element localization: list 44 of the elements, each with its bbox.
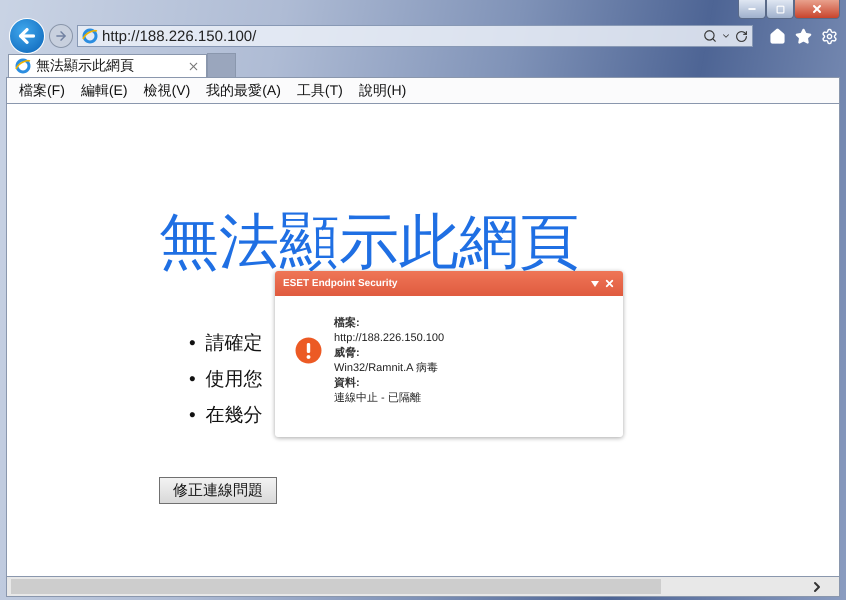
bullet-marker: •: [189, 404, 196, 427]
close-icon[interactable]: [604, 278, 615, 289]
refresh-icon[interactable]: [735, 30, 748, 42]
menu-item[interactable]: 我的最愛(A): [198, 82, 289, 100]
dropdown-icon[interactable]: [591, 280, 599, 286]
field-value: http://188.226.150.100: [334, 331, 444, 346]
menu-item[interactable]: 檢視(V): [136, 82, 198, 100]
forward-button[interactable]: [49, 24, 73, 48]
home-icon[interactable]: [769, 28, 786, 44]
bullet-marker: •: [189, 332, 196, 355]
settings-icon[interactable]: [821, 28, 838, 44]
error-heading: 無法顯示此網頁: [159, 212, 579, 272]
field-label: 檔案:: [334, 316, 361, 331]
field-value: 連線中止 - 已隔離: [334, 391, 422, 406]
suggestion-text: 在幾分: [206, 404, 263, 427]
warning-icon: [295, 337, 322, 364]
field-label: 資料:: [334, 376, 361, 391]
field-value: Win32/Ramnit.A 病毒: [334, 361, 439, 376]
star-icon[interactable]: [795, 28, 812, 44]
search-icon[interactable]: [703, 29, 717, 43]
minimize-button[interactable]: [738, 0, 766, 19]
menu-item[interactable]: 編輯(E): [72, 82, 136, 100]
browser-tab[interactable]: 無法顯示此網頁: [8, 54, 207, 77]
back-button[interactable]: [9, 18, 45, 54]
menu-item[interactable]: 說明(H): [350, 82, 414, 100]
browser-logo-icon: [82, 28, 98, 44]
close-button[interactable]: [794, 0, 840, 19]
close-icon: [811, 3, 823, 15]
menu-item[interactable]: 檔案(F): [11, 82, 73, 100]
scrollbar-thumb[interactable]: [11, 579, 661, 594]
menu-item[interactable]: 工具(T): [288, 82, 351, 100]
horizontal-scrollbar[interactable]: [6, 576, 840, 597]
field-label: 威脅:: [334, 346, 361, 361]
address-field[interactable]: http://188.226.150.100/: [102, 28, 699, 44]
browser-logo-icon: [15, 58, 31, 74]
suggestion-text: 請確定: [206, 332, 263, 355]
address-bar[interactable]: http://188.226.150.100/: [77, 25, 753, 47]
fix-connection-button[interactable]: 修正連線問題: [159, 477, 277, 504]
maximize-button[interactable]: [766, 0, 794, 19]
notification-title: ESET Endpoint Security: [283, 278, 398, 289]
suggestion-text: 使用您: [206, 368, 263, 391]
maximize-icon: [776, 4, 784, 14]
close-tab-icon[interactable]: [187, 60, 200, 72]
bullet-marker: •: [189, 368, 196, 391]
